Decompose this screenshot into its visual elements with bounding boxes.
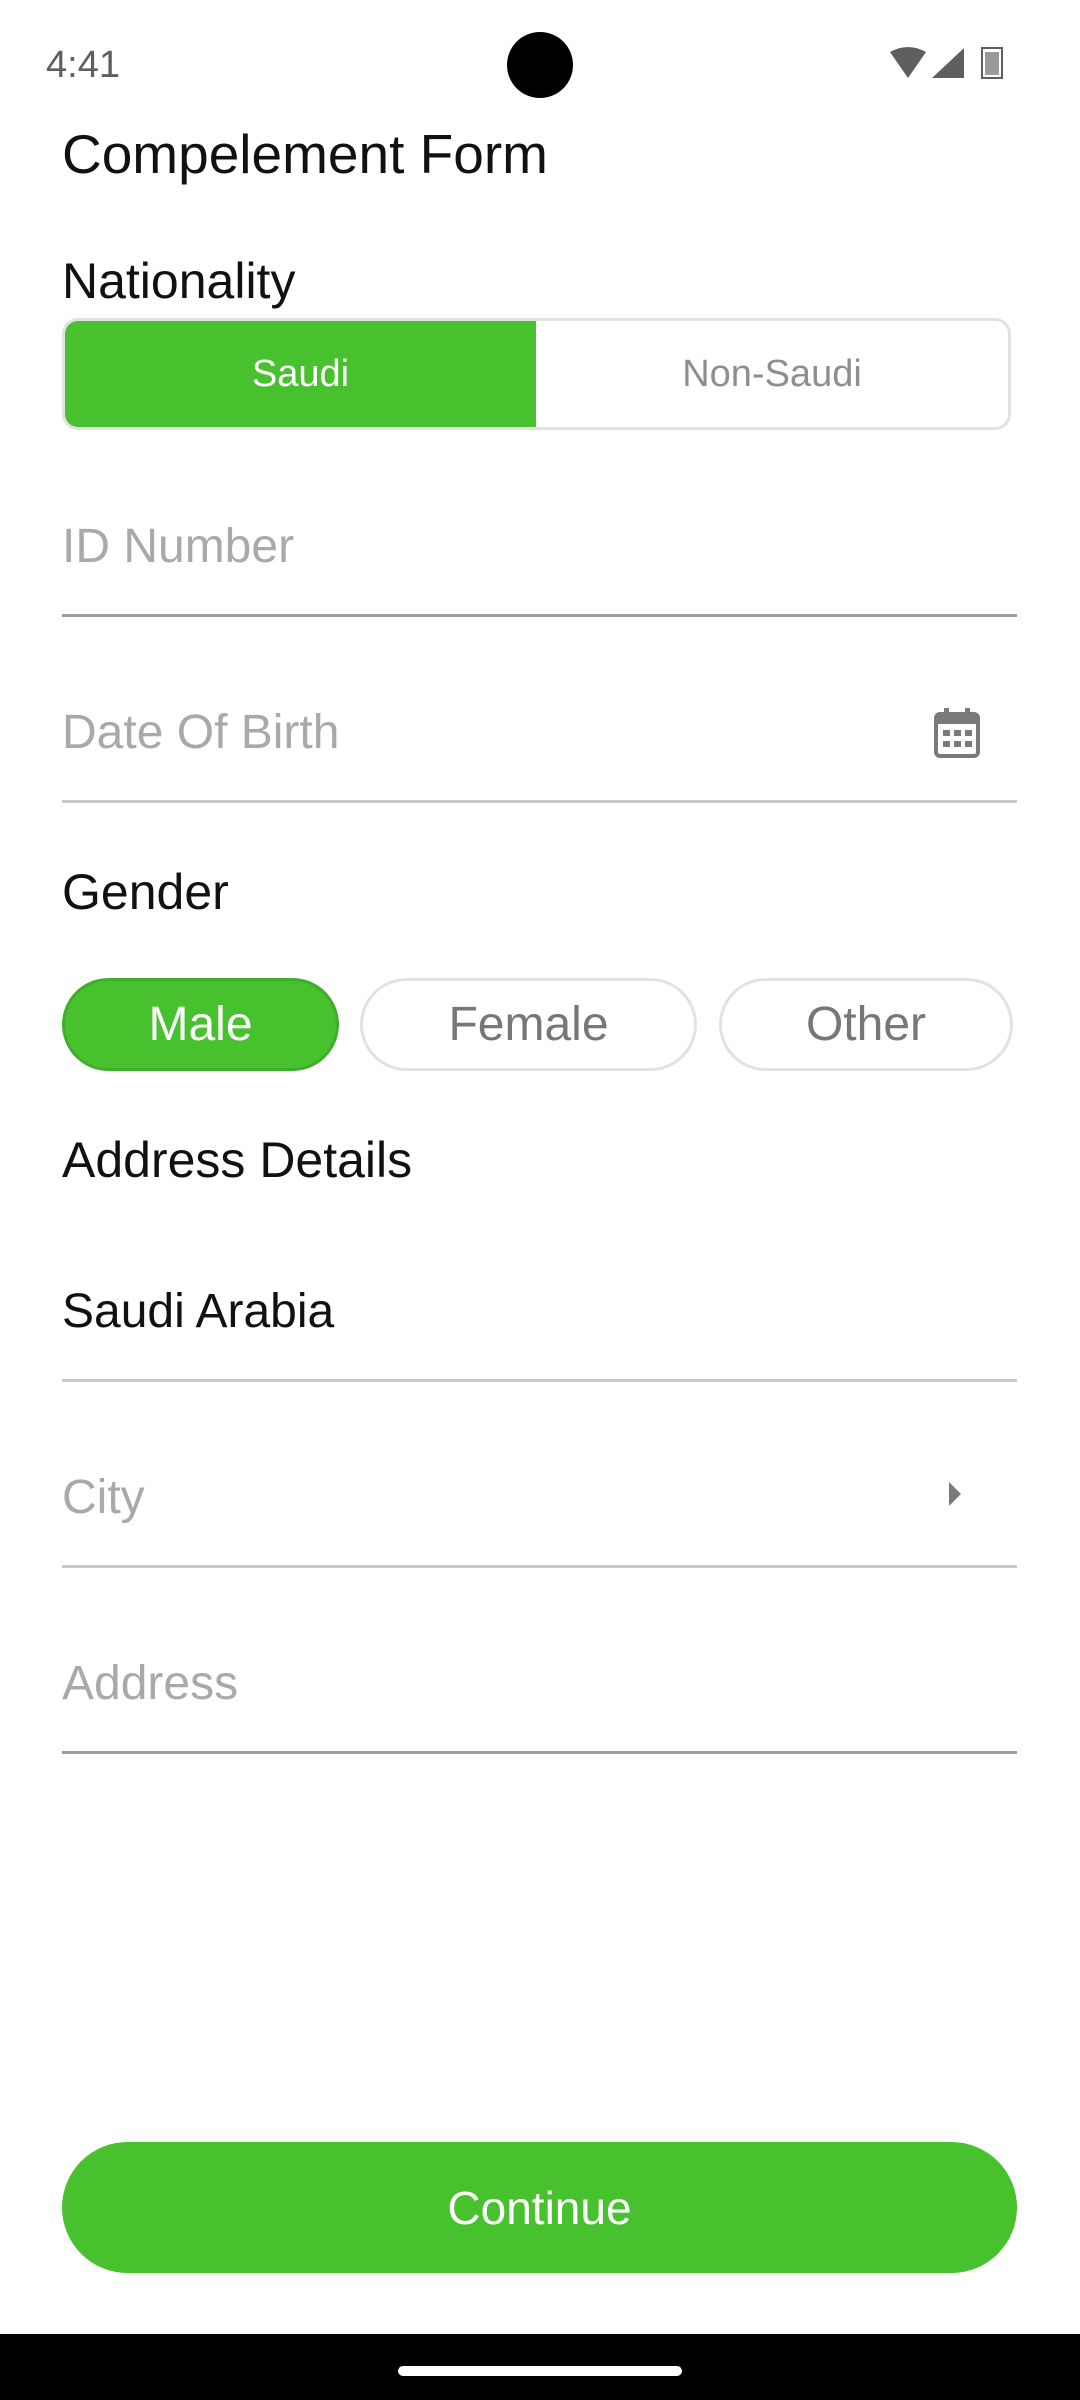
calendar-icon[interactable] [933,707,981,764]
nationality-option-saudi[interactable]: Saudi [65,321,536,427]
address-placeholder: Address [62,1657,239,1710]
page-title: Compelement Form [62,123,548,185]
home-indicator[interactable] [398,2366,682,2376]
camera-cutout [507,32,573,98]
date-of-birth-placeholder: Date Of Birth [62,706,340,759]
continue-button[interactable]: Continue [62,2142,1017,2273]
city-placeholder: City [62,1471,145,1524]
nationality-option-non-saudi[interactable]: Non-Saudi [536,321,1008,427]
navigation-bar [0,2334,1080,2400]
status-bar: 4:41 [0,0,1080,130]
gender-chip-male[interactable]: Male [62,978,339,1071]
id-number-field[interactable]: ID Number [62,497,1017,617]
nationality-segmented-control: Saudi Non-Saudi [62,318,1011,430]
chevron-right-icon [947,1480,963,1513]
id-number-placeholder: ID Number [62,520,295,573]
cell-signal-icon [932,48,964,78]
date-of-birth-field[interactable]: Date Of Birth [62,683,1017,803]
address-details-label: Address Details [62,1132,413,1188]
nationality-label: Nationality [62,253,296,309]
gender-chip-female[interactable]: Female [360,978,697,1071]
address-field[interactable]: Address [62,1634,1017,1754]
gender-chip-other[interactable]: Other [719,978,1013,1071]
country-value: Saudi Arabia [62,1285,335,1338]
city-field[interactable]: City [62,1448,1017,1568]
gender-label: Gender [62,864,229,920]
country-field[interactable]: Saudi Arabia [62,1262,1017,1382]
status-time: 4:41 [46,44,120,86]
battery-icon [981,47,1003,79]
wifi-icon [890,47,926,78]
status-icons [888,46,1008,86]
